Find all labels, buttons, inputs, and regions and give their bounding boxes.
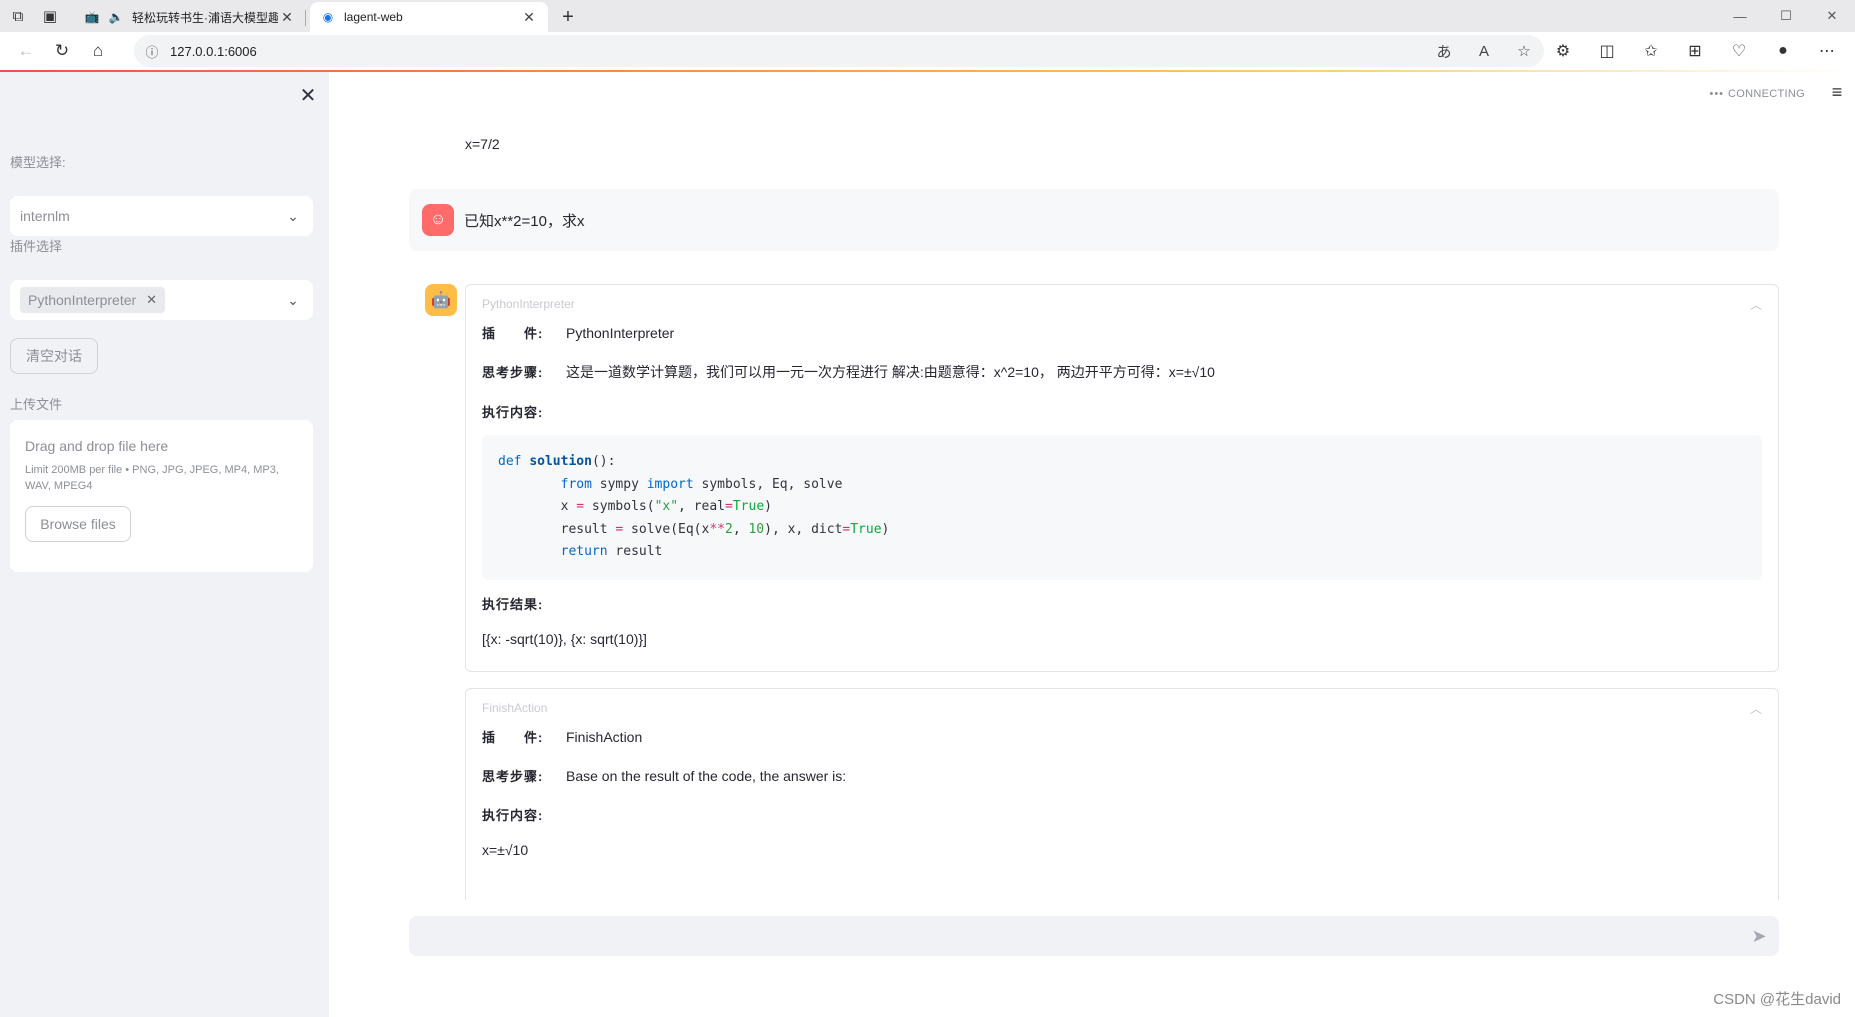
new-tab-button[interactable]: + bbox=[554, 3, 582, 31]
bilibili-icon: 📺 bbox=[84, 10, 100, 24]
browse-files-button[interactable]: Browse files bbox=[25, 506, 131, 542]
user-message-text: 已知x**2=10，求x bbox=[464, 212, 585, 230]
speaker-icon[interactable]: 🔈 bbox=[108, 9, 124, 25]
upload-limit-text: Limit 200MB per file • PNG, JPG, JPEG, M… bbox=[25, 464, 279, 492]
step-expander-finish[interactable]: FinishAction ︿ 插 件: FinishAction 思考步骤: B… bbox=[465, 688, 1779, 900]
expander-header[interactable]: PythonInterpreter ︿ bbox=[466, 285, 1778, 323]
chat-input[interactable] bbox=[409, 916, 1779, 956]
exec-row: 执行内容: bbox=[482, 405, 544, 420]
plugin-multiselect[interactable]: PythonInterpreter ✕ ⌄ bbox=[10, 280, 313, 320]
split-screen-icon[interactable]: ◫ bbox=[1585, 41, 1629, 61]
model-select-value: internlm bbox=[20, 208, 70, 224]
result-row: 执行结果: bbox=[482, 596, 544, 612]
user-avatar-icon: ☺ bbox=[422, 204, 454, 236]
workspaces-icon[interactable]: ⧉ bbox=[4, 2, 32, 30]
close-icon[interactable]: ✕ bbox=[278, 9, 296, 26]
tab-title: lagent-web bbox=[344, 10, 403, 24]
thought-row: 思考步骤: 这是一道数学计算题，我们可以用一元一次方程进行 解决:由题意得：x^… bbox=[482, 364, 1215, 380]
send-icon[interactable]: ➤ bbox=[1747, 924, 1771, 948]
plugin-select-label: 插件选择 bbox=[10, 239, 63, 254]
previous-answer: x=7/2 bbox=[465, 136, 500, 152]
url-text[interactable]: 127.0.0.1:6006 bbox=[170, 44, 1424, 59]
code-block: def solution(): from sympy import symbol… bbox=[482, 435, 1762, 580]
main-content: ••• CONNECTING ≡ x=7/2 ☺ 已知x**2=10，求x 🤖 P… bbox=[329, 72, 1855, 1017]
close-window-icon[interactable]: ✕ bbox=[1809, 0, 1855, 32]
tab-title: 轻松玩转书生·浦语大模型趣 bbox=[132, 10, 278, 25]
browser-tab-inactive[interactable]: 📺 🔈 轻松玩转书生·浦语大模型趣 ✕ bbox=[74, 2, 306, 32]
profile-icon[interactable]: ● bbox=[1761, 42, 1805, 60]
address-toolbar: ← ↻ ⌂ ⓘ 127.0.0.1:6006 あ A ☆ ⚙ ◫ ✩ ⊞ ♡ ●… bbox=[0, 32, 1855, 70]
bot-avatar-icon: 🤖 bbox=[425, 284, 457, 316]
hamburger-menu-icon[interactable]: ≡ bbox=[1825, 82, 1849, 106]
exec-text: x=±√10 bbox=[482, 842, 529, 858]
sidebar: ✕ 模型选择: internlm ⌄ 插件选择 PythonInterprete… bbox=[0, 72, 329, 1017]
model-select[interactable]: internlm ⌄ bbox=[10, 196, 313, 236]
plugin-row: 插 件: FinishAction bbox=[482, 729, 643, 745]
home-icon[interactable]: ⌂ bbox=[80, 35, 116, 67]
browser-tab-bar: ⧉ ▣ 📺 🔈 轻松玩转书生·浦语大模型趣 ✕ ◉ lagent-web ✕ +… bbox=[0, 0, 1855, 32]
collections-icon[interactable]: ⊞ bbox=[1673, 41, 1717, 61]
minimize-icon[interactable]: — bbox=[1717, 0, 1763, 32]
tab-actions-icon[interactable]: ▣ bbox=[36, 2, 64, 30]
clear-chat-button[interactable]: 清空对话 bbox=[10, 338, 98, 374]
favorites-icon[interactable]: ✩ bbox=[1629, 41, 1673, 61]
refresh-icon[interactable]: ↻ bbox=[44, 35, 80, 67]
chat-input-container: ➤ bbox=[409, 916, 1779, 956]
chevron-up-icon: ︿ bbox=[1749, 701, 1762, 716]
edge-icon: ◉ bbox=[322, 10, 334, 24]
loading-dots-icon: ••• bbox=[1709, 88, 1725, 100]
result-text: [{x: -sqrt(10)}, {x: sqrt(10)}] bbox=[482, 630, 647, 647]
extensions-icon[interactable]: ⚙ bbox=[1541, 41, 1585, 61]
chevron-down-icon: ⌄ bbox=[287, 207, 299, 224]
maximize-icon[interactable]: ☐ bbox=[1763, 0, 1809, 32]
connection-status: ••• CONNECTING bbox=[1709, 88, 1805, 100]
browser-tools: ⚙ ◫ ✩ ⊞ ♡ ● ⋯ bbox=[1541, 35, 1849, 67]
exec-row: 执行内容: bbox=[482, 808, 544, 823]
info-icon[interactable]: ⓘ bbox=[134, 42, 170, 61]
close-icon[interactable]: ✕ bbox=[520, 9, 538, 26]
model-select-label: 模型选择: bbox=[10, 155, 66, 170]
chevron-down-icon: ⌄ bbox=[287, 291, 299, 308]
close-sidebar-icon[interactable]: ✕ bbox=[296, 84, 320, 108]
user-message: ☺ 已知x**2=10，求x bbox=[409, 189, 1779, 251]
thought-row: 思考步骤: Base on the result of the code, th… bbox=[482, 768, 847, 784]
address-bar[interactable]: ⓘ 127.0.0.1:6006 あ A ☆ bbox=[134, 35, 1544, 67]
plugin-row: 插 件: PythonInterpreter bbox=[482, 325, 675, 341]
step-expander-python[interactable]: PythonInterpreter ︿ 插 件: PythonInterpret… bbox=[465, 284, 1779, 672]
performance-icon[interactable]: ♡ bbox=[1717, 41, 1761, 61]
plugin-chip: PythonInterpreter ✕ bbox=[20, 287, 166, 313]
upload-label: 上传文件 bbox=[10, 397, 63, 412]
translate-icon[interactable]: あ bbox=[1424, 41, 1464, 62]
drop-zone-text: Drag and drop file here bbox=[25, 438, 169, 454]
file-uploader[interactable]: Drag and drop file here Limit 200MB per … bbox=[10, 420, 313, 572]
star-icon[interactable]: ☆ bbox=[1504, 42, 1544, 60]
chevron-up-icon: ︿ bbox=[1749, 297, 1762, 312]
expander-header[interactable]: FinishAction ︿ bbox=[466, 689, 1778, 727]
watermark: CSDN @花生david bbox=[1713, 991, 1841, 1008]
read-aloud-icon[interactable]: A bbox=[1464, 43, 1504, 60]
window-controls: — ☐ ✕ bbox=[1717, 0, 1855, 32]
remove-chip-icon[interactable]: ✕ bbox=[146, 292, 157, 308]
back-arrow-icon[interactable]: ← bbox=[8, 35, 44, 67]
more-menu-icon[interactable]: ⋯ bbox=[1805, 41, 1849, 61]
browser-tab-active[interactable]: ◉ lagent-web ✕ bbox=[310, 2, 548, 32]
